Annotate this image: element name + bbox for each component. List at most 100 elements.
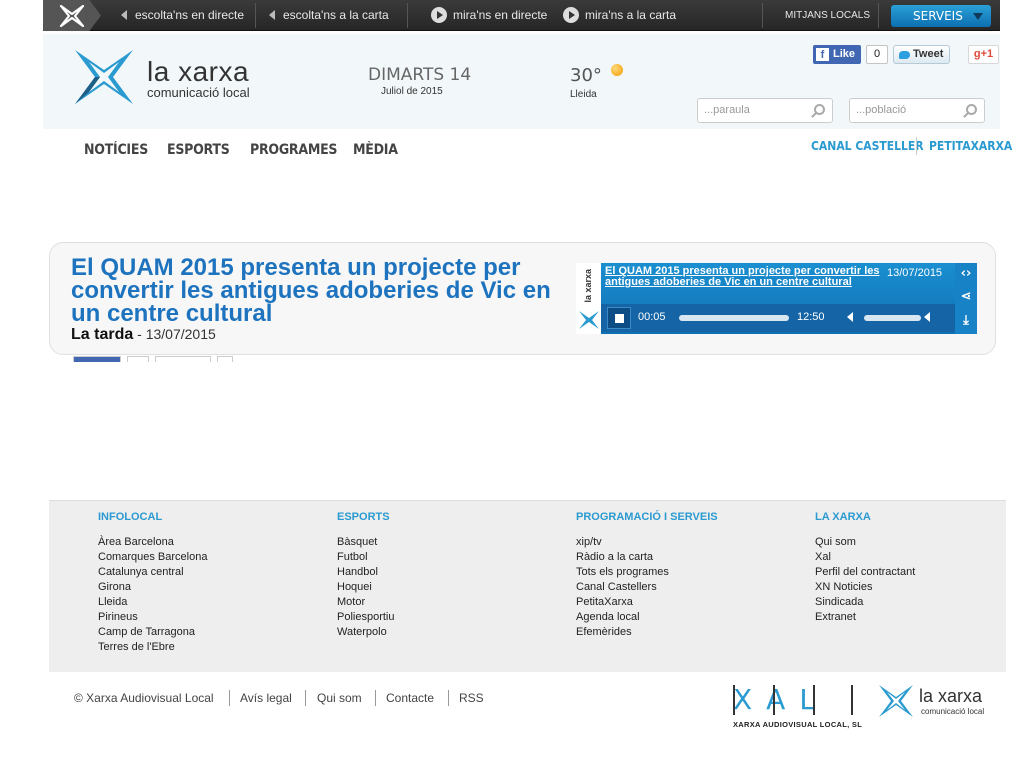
like-count [127, 356, 149, 362]
contact-link[interactable]: Contacte [386, 691, 434, 705]
xal-logo[interactable]: XAL XARXA AUDIOVISUAL LOCAL, SL [733, 683, 862, 729]
search-icon[interactable] [814, 104, 825, 115]
footer-col-esports: ESPORTS Bàsquet Futbol Handbol Hoquei Mo… [337, 511, 394, 640]
weather-city: Lleida [570, 89, 597, 100]
search-town-input[interactable]: ...població [849, 98, 985, 123]
nav-media[interactable]: MÈDIA [353, 142, 398, 158]
twitter-icon [899, 51, 910, 59]
footer-link[interactable]: Tots els programes [576, 565, 718, 580]
temperature: 30° [570, 65, 602, 86]
download-icon[interactable]: ⤓ [959, 313, 973, 328]
nav-programes[interactable]: PROGRAMES [250, 142, 338, 158]
footer-link[interactable]: Waterpolo [337, 625, 394, 640]
footer-link[interactable]: Bàsquet [337, 535, 394, 550]
progress-bar[interactable] [679, 315, 789, 321]
player-tools: ‹› ⋖ ⤓ [955, 263, 977, 334]
footer-heading: PROGRAMACIÓ I SERVEIS [576, 511, 718, 523]
program-name[interactable]: La tarda [71, 326, 133, 343]
speaker-icon [121, 9, 127, 20]
footer-link[interactable]: Xal [815, 550, 915, 565]
nav-esports[interactable]: ESPORTS [167, 142, 230, 158]
footer-link[interactable]: Extranet [815, 610, 915, 625]
footer-col-programacio: PROGRAMACIÓ I SERVEIS xip/tv Ràdio a la … [576, 511, 718, 640]
date-month: Juliol de 2015 [381, 86, 443, 97]
watch-live-link[interactable]: mira'ns en directe [431, 0, 547, 31]
nav-noticies[interactable]: NOTÍCIES [84, 142, 148, 158]
footer-link[interactable]: Poliesportiu [337, 610, 394, 625]
player-title-link[interactable]: El QUAM 2015 presenta un projecte per co… [605, 266, 890, 288]
facebook-like-button[interactable]: f Like [813, 45, 861, 64]
footer-link[interactable]: Agenda local [576, 610, 718, 625]
footer-link[interactable]: Girona [98, 580, 207, 595]
embed-icon[interactable]: ‹› [959, 266, 973, 281]
footer-brand[interactable]: la xarxa [919, 686, 982, 707]
footer-heading: INFOLOCAL [98, 511, 163, 523]
footer-brand-subtitle: comunicació local [921, 707, 985, 716]
footer-link[interactable]: Canal Castellers [576, 580, 718, 595]
footer-link[interactable]: Pirineus [98, 610, 207, 625]
sun-icon [611, 64, 623, 76]
stop-button[interactable] [607, 307, 631, 329]
footer-link[interactable]: Futbol [337, 550, 394, 565]
article-title[interactable]: El QUAM 2015 presenta un projecte per co… [71, 256, 571, 326]
nav-petitaxarxa[interactable]: PETITAXARXA [929, 139, 1012, 153]
footer-link[interactable]: Hoquei [337, 580, 394, 595]
volume-slider[interactable] [864, 315, 921, 321]
mitjans-locals-link[interactable]: MITJANS LOCALS [785, 0, 870, 31]
footer-link[interactable]: Lleida [98, 595, 207, 610]
footer-link[interactable]: xip/tv [576, 535, 718, 550]
footer-link[interactable]: PetitaXarxa [576, 595, 718, 610]
facebook-like-button[interactable] [73, 356, 121, 362]
footer-link[interactable]: Camp de Tarragona [98, 625, 207, 640]
brand-logo-icon[interactable] [877, 682, 915, 720]
footer-link[interactable]: Catalunya central [98, 565, 207, 580]
article-meta: La tarda - 13/07/2015 [71, 326, 216, 344]
footer-link[interactable]: Qui som [815, 535, 915, 550]
xarxa-logo-icon[interactable] [43, 0, 101, 31]
listen-live-link[interactable]: escolta'ns en directe [121, 0, 244, 31]
google-plus-button[interactable]: g+1 [968, 45, 999, 64]
watch-ondemand-link[interactable]: mira'ns a la carta [563, 0, 676, 31]
player-date: 13/07/2015 [887, 267, 943, 279]
footer-heading: ESPORTS [337, 511, 390, 523]
article-date: - 13/07/2015 [133, 326, 216, 342]
tweet-button[interactable]: Tweet [893, 45, 950, 64]
footer-heading: LA XARXA [815, 511, 871, 523]
listen-ondemand-link[interactable]: escolta'ns a la carta [269, 0, 389, 31]
footer-link[interactable]: Sindicada [815, 595, 915, 610]
footer-link[interactable]: Terres de l'Ebre [98, 640, 207, 655]
footer-link[interactable]: Àrea Barcelona [98, 535, 207, 550]
duration: 12:50 [797, 311, 825, 323]
current-time: 00:05 [638, 311, 666, 323]
footer-link[interactable]: Ràdio a la carta [576, 550, 718, 565]
mute-icon[interactable] [847, 312, 853, 322]
footer-link[interactable]: Comarques Barcelona [98, 550, 207, 565]
footer-link[interactable]: Efemèrides [576, 625, 718, 640]
footer-link[interactable]: Motor [337, 595, 394, 610]
brand-logo-icon[interactable] [71, 44, 137, 110]
brand-name[interactable]: la xarxa [147, 56, 249, 88]
search-icon[interactable] [966, 104, 977, 115]
google-plus-button[interactable] [217, 356, 233, 362]
search-word-input[interactable]: ...paraula [697, 98, 833, 123]
about-link[interactable]: Qui som [317, 691, 362, 705]
rss-link[interactable]: RSS [459, 691, 484, 705]
header: la xarxa comunicació local DIMARTS 14 Ju… [43, 34, 1000, 129]
copyright: © Xarxa Audiovisual Local [74, 691, 214, 705]
nav-divider [916, 137, 917, 155]
player-controls: 00:05 12:50 [601, 304, 955, 332]
footer-link[interactable]: Handbol [337, 565, 394, 580]
footer-link[interactable]: Perfil del contractant [815, 565, 915, 580]
nav-canal-casteller[interactable]: CANAL CASTELLER [811, 139, 924, 153]
volume-max-icon[interactable] [924, 312, 930, 322]
xal-subtitle: XARXA AUDIOVISUAL LOCAL, SL [733, 720, 863, 729]
footer-col-infolocal: INFOLOCAL Àrea Barcelona Comarques Barce… [98, 511, 207, 655]
share-icon[interactable]: ⋖ [959, 289, 973, 304]
legal-link[interactable]: Avís legal [240, 691, 292, 705]
brand-subtitle: comunicació local [147, 85, 250, 100]
tweet-button[interactable] [155, 356, 211, 362]
player-branding: la xarxa [576, 263, 602, 334]
footer-link[interactable]: XN Noticies [815, 580, 915, 595]
facebook-icon: f [816, 48, 829, 61]
serveis-dropdown[interactable]: SERVEIS [891, 5, 991, 27]
